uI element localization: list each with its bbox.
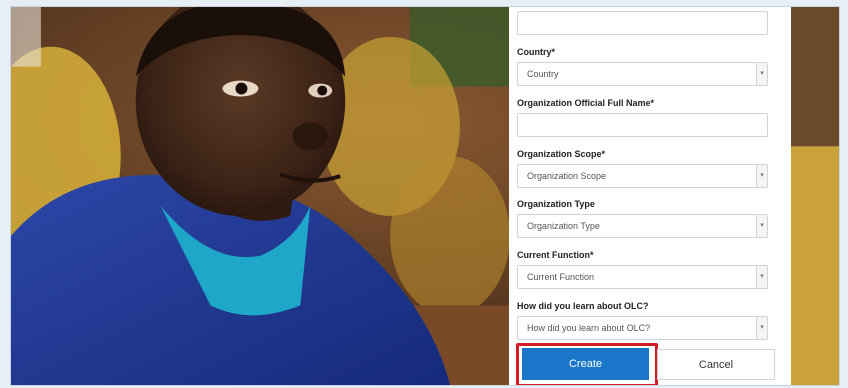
cancel-button[interactable]: Cancel [657, 349, 775, 380]
chevron-down-icon: ▾ [756, 63, 767, 85]
org-type-select[interactable]: Organization Type ▾ [517, 214, 768, 238]
previous-field-input[interactable] [517, 11, 768, 35]
current-function-select[interactable]: Current Function ▾ [517, 265, 768, 289]
org-type-label: Organization Type [517, 199, 595, 209]
chevron-down-icon: ▾ [756, 215, 767, 237]
org-scope-select-value: Organization Scope [527, 171, 607, 181]
learn-about-select[interactable]: How did you learn about OLC? ▾ [517, 316, 768, 340]
org-full-name-input[interactable] [517, 113, 768, 137]
org-scope-select[interactable]: Organization Scope ▾ [517, 164, 768, 188]
org-scope-label: Organization Scope* [517, 149, 606, 159]
learn-about-label: How did you learn about OLC? [517, 301, 649, 311]
org-type-select-value: Organization Type [527, 221, 600, 231]
screenshot-frame: Country* Country ▾ Organization Official… [10, 6, 840, 386]
create-button[interactable]: Create [522, 348, 649, 380]
current-function-select-value: Current Function [527, 272, 595, 282]
chevron-down-icon: ▾ [756, 165, 767, 187]
country-select-value: Country [527, 69, 559, 79]
current-function-label: Current Function* [517, 250, 594, 260]
learn-about-select-value: How did you learn about OLC? [527, 323, 651, 333]
country-label: Country* [517, 47, 555, 57]
chevron-down-icon: ▾ [756, 266, 767, 288]
org-full-name-label: Organization Official Full Name* [517, 98, 655, 108]
country-select[interactable]: Country ▾ [517, 62, 768, 86]
chevron-down-icon: ▾ [756, 317, 767, 339]
registration-form: Country* Country ▾ Organization Official… [509, 7, 791, 385]
